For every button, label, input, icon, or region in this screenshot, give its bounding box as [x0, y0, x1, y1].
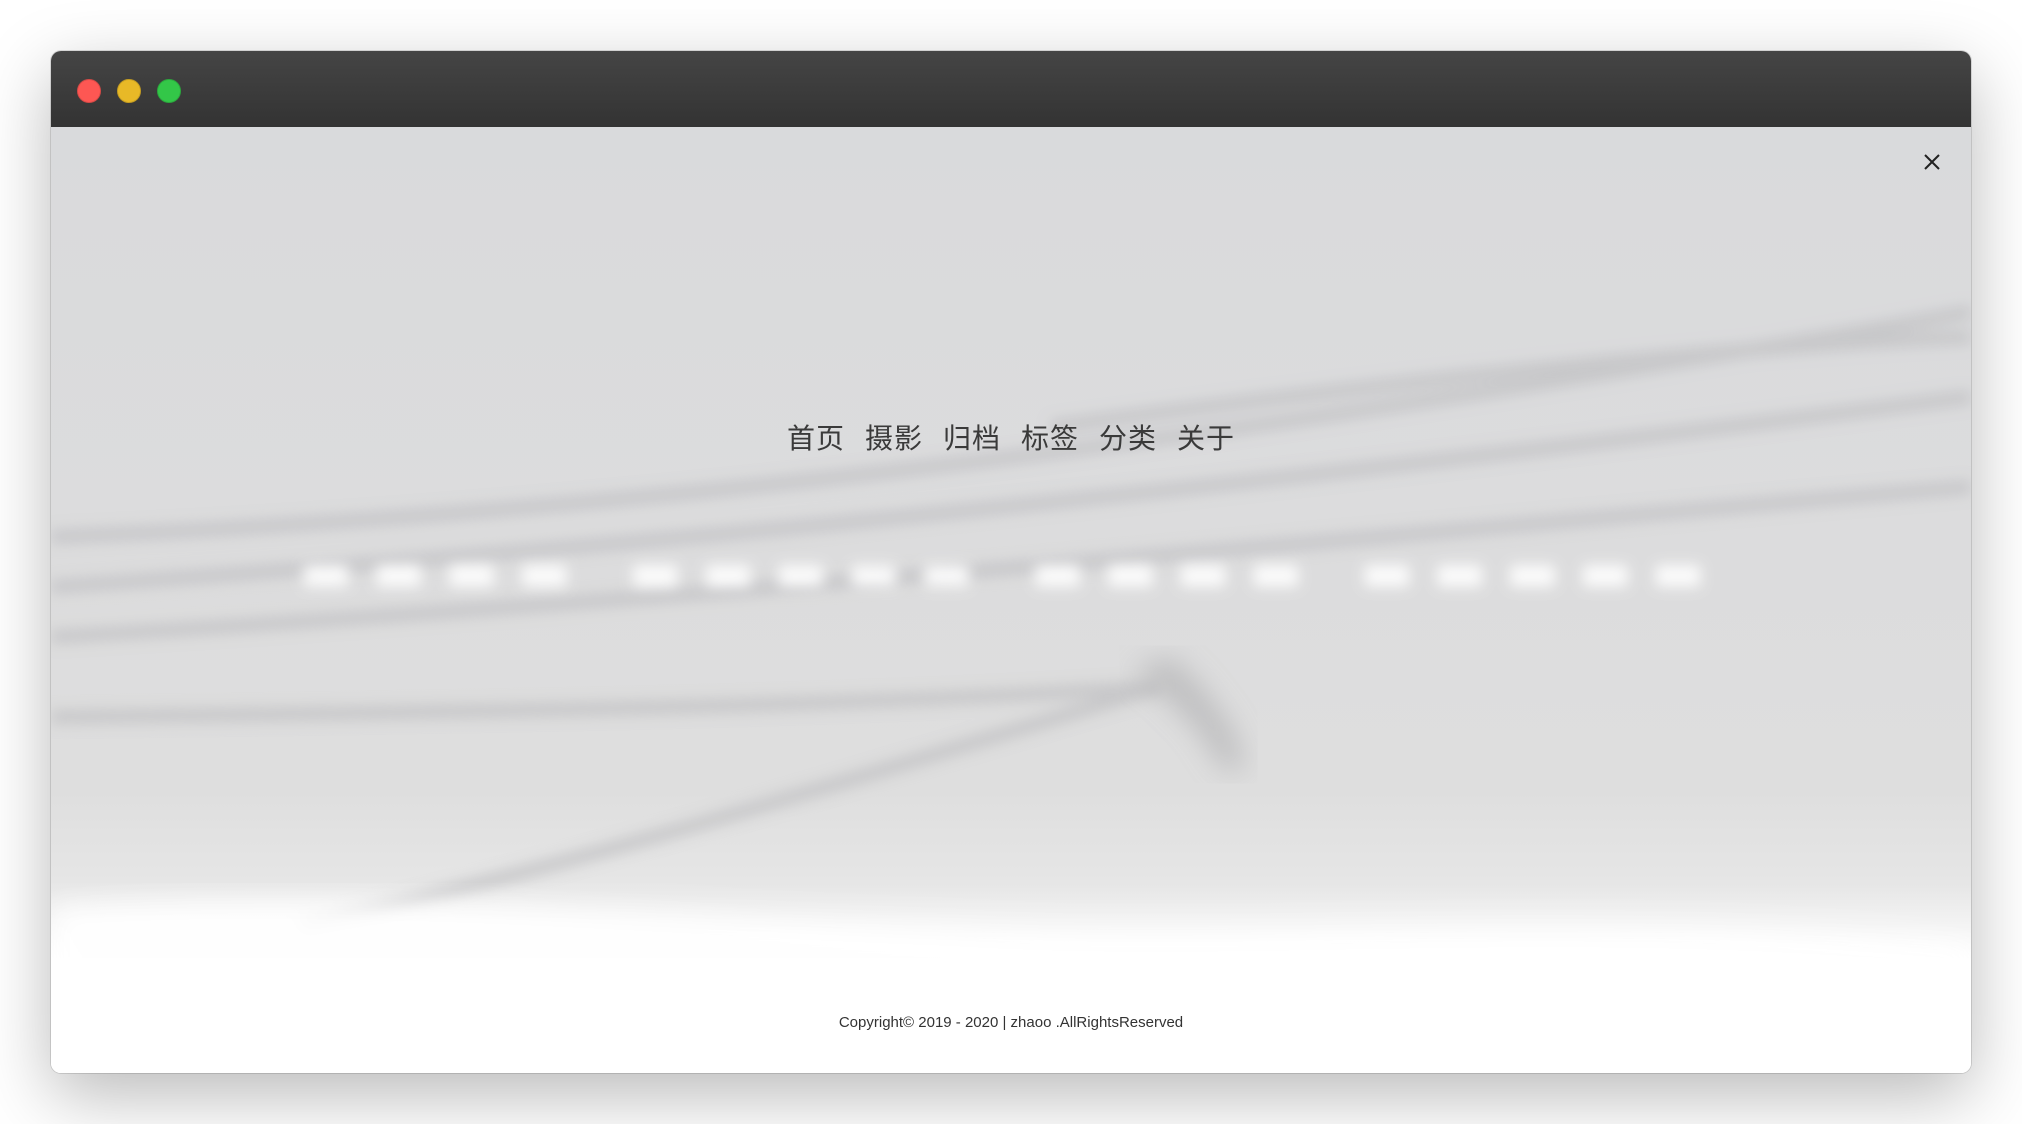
nav-item-about[interactable]: 关于: [1177, 417, 1235, 457]
window-close-button[interactable]: [77, 79, 101, 103]
nav-item-home[interactable]: 首页: [787, 417, 845, 457]
nav-item-categories[interactable]: 分类: [1099, 417, 1157, 457]
browser-window: ▬▬▬▬ ▬▬▬▬▬ ▬▬▬▬ ▬▬▬▬▬ 首页 摄影 归档 标签 分类 关于 …: [51, 51, 1971, 1073]
close-icon[interactable]: [1921, 151, 1943, 173]
nav-item-tags[interactable]: 标签: [1021, 417, 1079, 457]
nav-item-archive[interactable]: 归档: [943, 417, 1001, 457]
blurred-hero-heading: ▬▬▬▬ ▬▬▬▬▬ ▬▬▬▬ ▬▬▬▬▬: [298, 537, 1724, 605]
window-zoom-button[interactable]: [157, 79, 181, 103]
nav-item-photography[interactable]: 摄影: [865, 417, 923, 457]
main-nav: 首页 摄影 归档 标签 分类 关于: [51, 417, 1971, 457]
page-content: ▬▬▬▬ ▬▬▬▬▬ ▬▬▬▬ ▬▬▬▬▬ 首页 摄影 归档 标签 分类 关于 …: [51, 127, 1971, 1073]
window-minimize-button[interactable]: [117, 79, 141, 103]
screen: ▬▬▬▬ ▬▬▬▬▬ ▬▬▬▬ ▬▬▬▬▬ 首页 摄影 归档 标签 分类 关于 …: [0, 0, 2022, 1124]
window-titlebar[interactable]: [51, 51, 1971, 128]
footer-copyright: Copyright© 2019 - 2020 | zhaoo .AllRight…: [838, 1014, 1184, 1031]
